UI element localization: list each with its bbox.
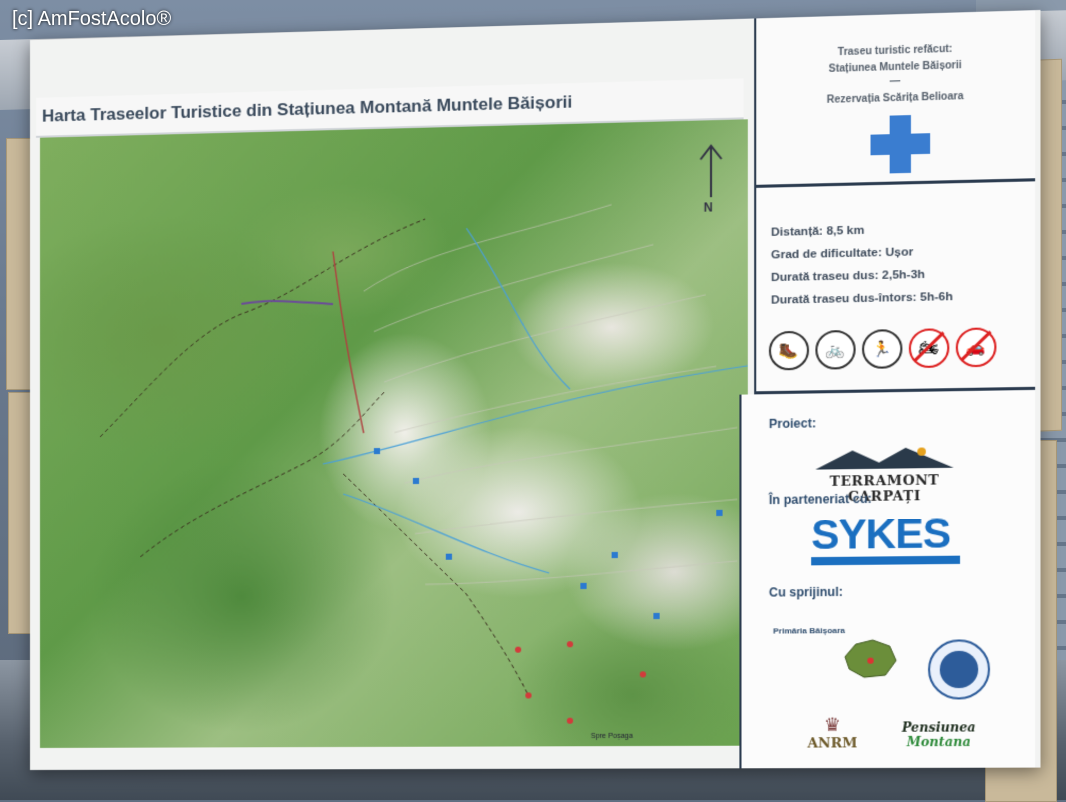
municipality-name: Primăria Băișoara bbox=[773, 625, 846, 636]
mountain-icon bbox=[815, 447, 954, 470]
blue-cross-icon bbox=[870, 115, 931, 174]
hiking-icon: 🥾 bbox=[768, 330, 810, 371]
pension-logo: Pensiunea Montana bbox=[885, 720, 992, 749]
duration-one-way-text: Durată traseu dus: 2,5h-3h bbox=[771, 268, 925, 285]
support-label: Cu sprijinul: bbox=[768, 584, 843, 600]
duration-round-trip-text: Durată traseu dus-întors: 5h-6h bbox=[771, 290, 953, 307]
panel-line-4: Rezervația Scărița Belioara bbox=[826, 90, 964, 106]
anrm-text: ANRM bbox=[807, 736, 858, 752]
trail-restored-panel: Traseu turistic refăcut: Stațiunea Munte… bbox=[754, 10, 1036, 188]
trail-info-panel: Distanță: 8,5 km Grad de dificultate: Uș… bbox=[754, 181, 1036, 395]
partner-label: În parteneriat cu: bbox=[768, 491, 872, 508]
project-label: Proiect: bbox=[768, 416, 817, 432]
panel-line-1: Traseu turistic refăcut: bbox=[837, 43, 953, 59]
pension-line-2: Montana bbox=[906, 734, 971, 750]
north-arrow-icon bbox=[695, 140, 727, 202]
sponsors-panel: Proiect: TERRAMONT CARPAȚI În parteneria… bbox=[739, 389, 1036, 769]
partner-name: SYKES bbox=[811, 511, 951, 559]
north-label: N bbox=[703, 200, 713, 215]
north-arrow: N bbox=[695, 140, 727, 223]
activity-icons: 🥾 🚲 🏃 🏍 🚗 bbox=[768, 327, 997, 371]
pension-line-1: Pensiunea bbox=[901, 720, 976, 735]
map-bottom-label: Spre Poșaga bbox=[591, 733, 633, 740]
no-motorbike-icon: 🏍 bbox=[908, 328, 950, 369]
crown-icon: ♛ bbox=[823, 714, 841, 736]
board-title: Harta Traseelor Turistice din Stațiunea … bbox=[41, 92, 573, 126]
trail-map-board: Harta Traseelor Turistice din Stațiunea … bbox=[30, 9, 1041, 770]
distance-text: Distanță: 8,5 km bbox=[771, 224, 865, 239]
no-car-icon: 🚗 bbox=[955, 327, 997, 368]
cycling-icon: 🚲 bbox=[815, 329, 856, 370]
mountain-rescue-seal-icon bbox=[928, 639, 991, 700]
sykes-logo: SYKES bbox=[811, 511, 961, 566]
map-overlay: Spre Poșaga bbox=[40, 119, 748, 740]
running-icon: 🏃 bbox=[862, 329, 903, 369]
county-map-icon bbox=[841, 636, 900, 682]
difficulty-text: Grad de dificultate: Ușor bbox=[771, 246, 914, 262]
watermark: [c] AmFostAcolo® bbox=[12, 8, 172, 30]
topographic-map: Spre Poșaga N bbox=[39, 119, 748, 748]
anrm-logo: ♛ ANRM bbox=[801, 714, 865, 751]
